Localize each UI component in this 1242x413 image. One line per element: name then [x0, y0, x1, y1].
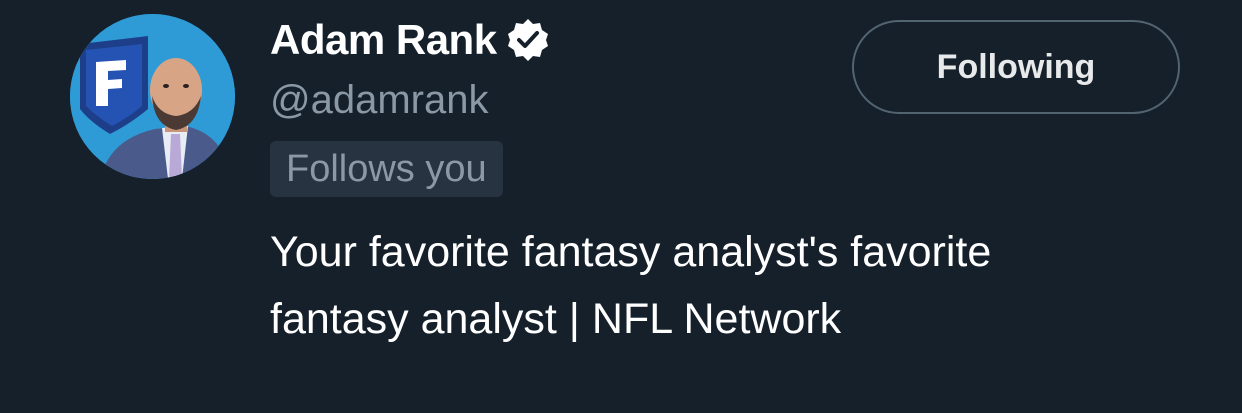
verified-badge-icon [505, 17, 551, 63]
following-button[interactable]: Following [852, 20, 1180, 114]
user-handle[interactable]: @adamrank [270, 78, 488, 123]
follows-you-badge: Follows you [270, 141, 503, 197]
avatar[interactable] [70, 14, 235, 179]
user-card: Adam Rank @adamrank Follows you Your fav… [0, 0, 1242, 413]
user-bio: Your favorite fantasy analyst's favorite… [270, 228, 992, 343]
avatar-image [70, 14, 235, 179]
name-row: Adam Rank [270, 12, 551, 68]
display-name[interactable]: Adam Rank [270, 16, 497, 64]
